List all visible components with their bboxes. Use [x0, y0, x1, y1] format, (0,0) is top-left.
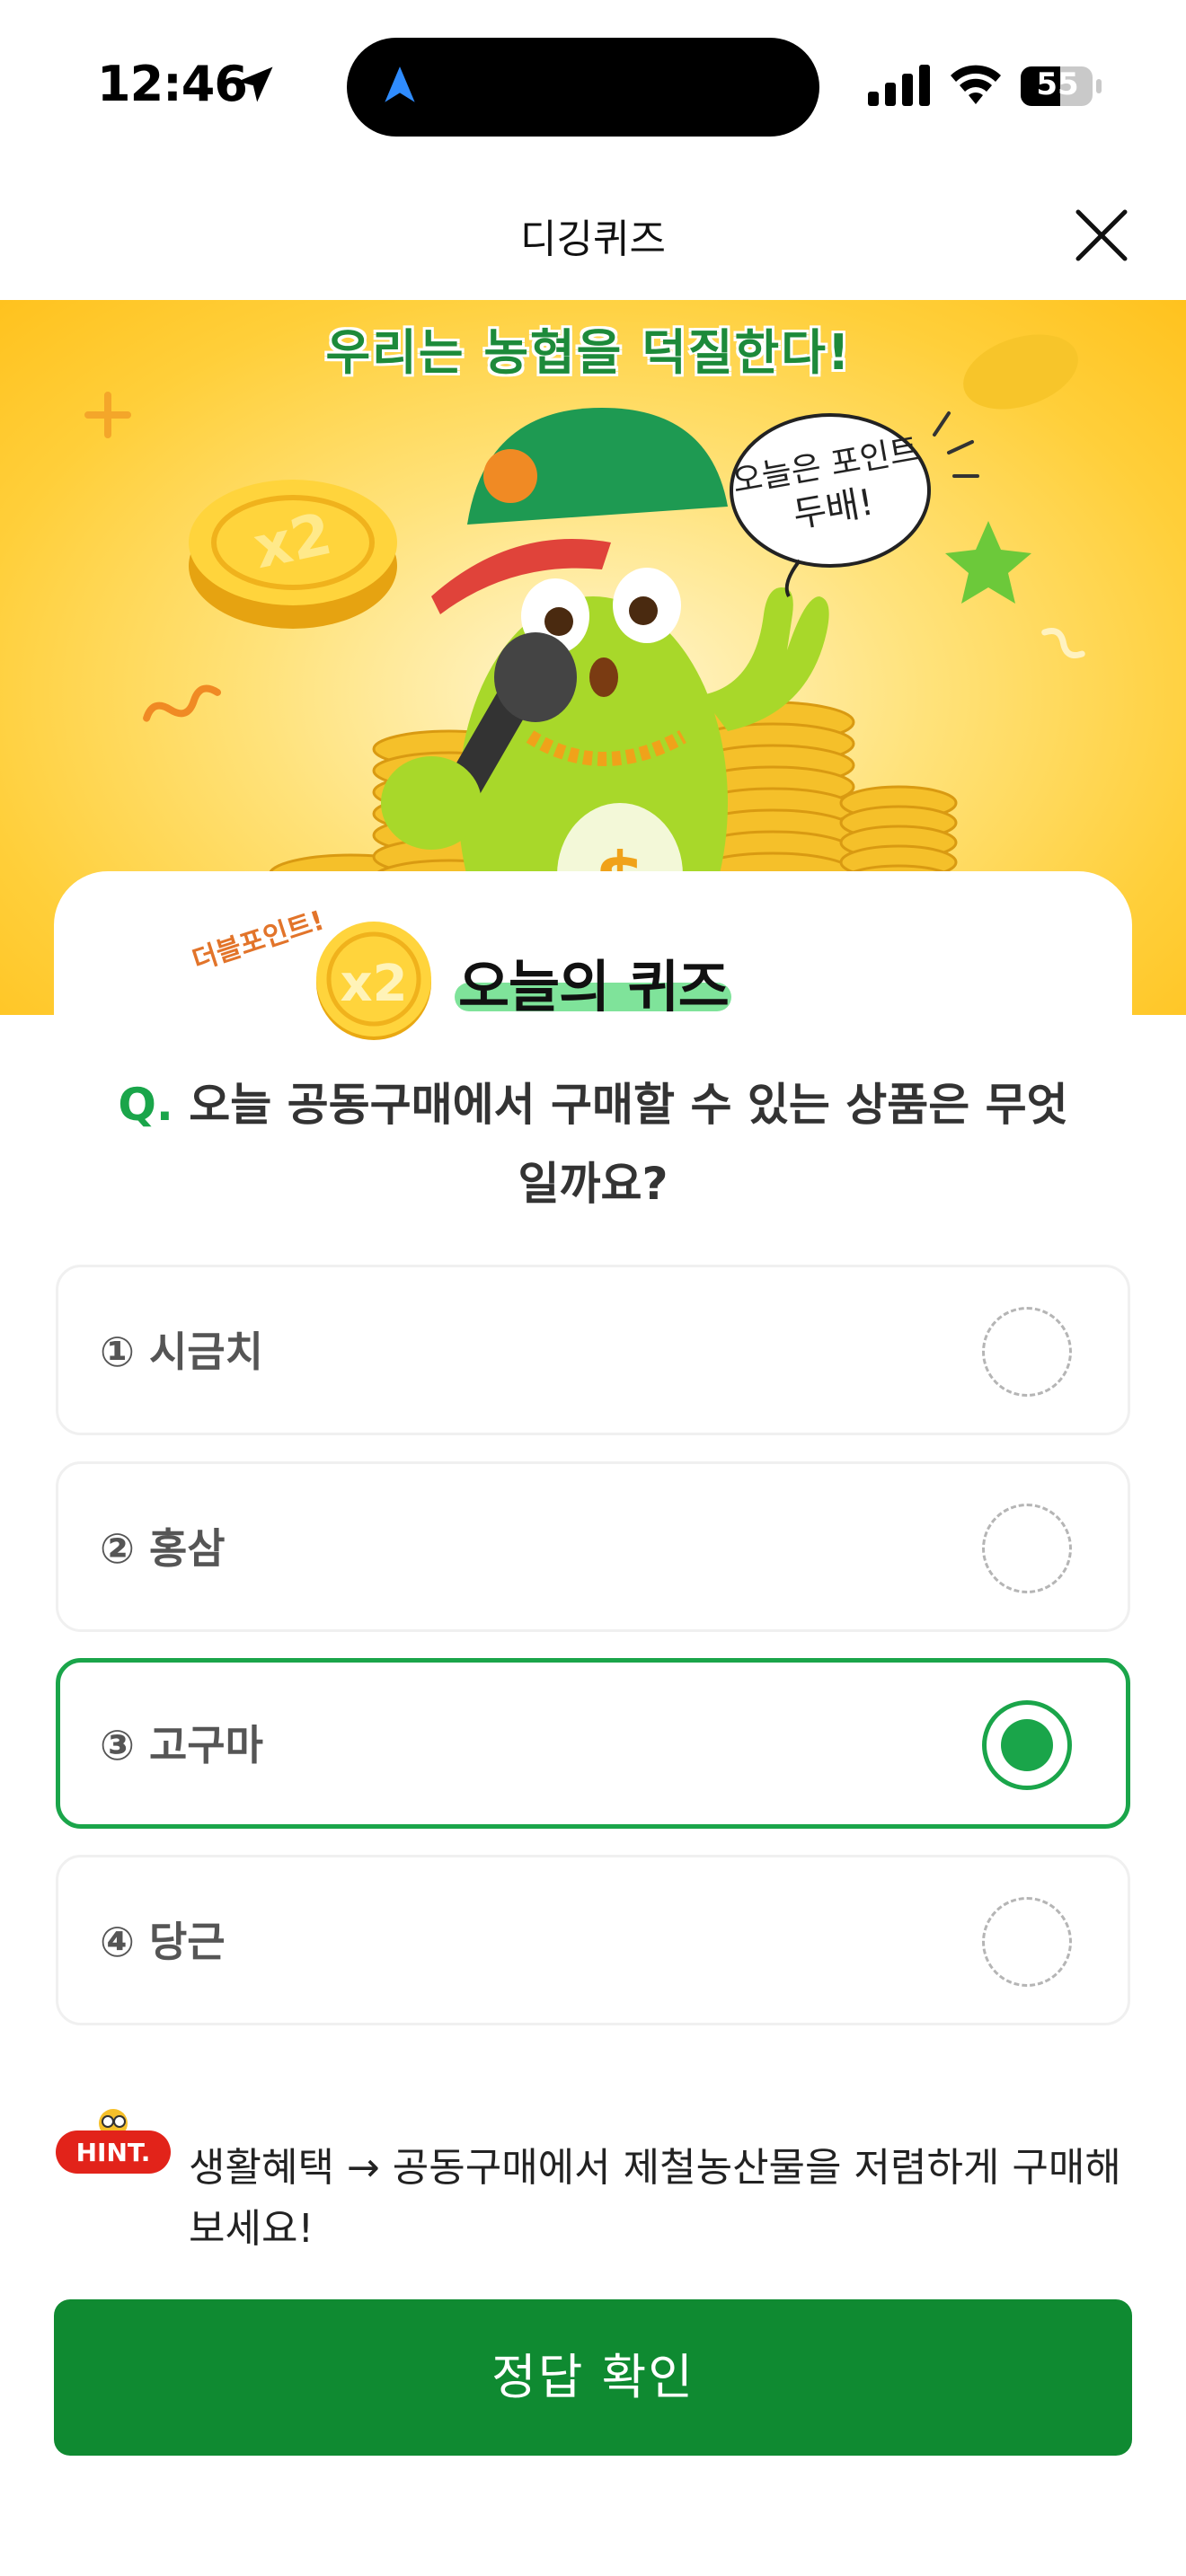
option-1[interactable]: ① 시금치 [56, 1265, 1130, 1435]
confirm-answer-button[interactable]: 정답 확인 [54, 2299, 1132, 2456]
close-icon[interactable] [1066, 199, 1137, 271]
question-prefix: Q. [118, 1079, 173, 1131]
navigation-icon [385, 66, 415, 102]
radio-button[interactable] [982, 1897, 1072, 1987]
page-title: 디깅퀴즈 [520, 216, 666, 262]
option-label: ③ 고구마 [100, 1721, 263, 1769]
option-label: ① 시금치 [100, 1328, 263, 1376]
title-bar: 디깅퀴즈 [0, 180, 1186, 296]
coin-x2-badge-icon: x2 [316, 922, 431, 1040]
location-arrow-icon [237, 66, 273, 102]
option-4[interactable]: ④ 당근 [56, 1855, 1130, 2025]
coin-x2-text: x2 [340, 955, 407, 1013]
banner-headline: 우리는 농협을 덕질한다! [325, 324, 852, 381]
wifi-icon [951, 65, 1001, 104]
hint-badge-icon: HINT. [56, 2109, 171, 2174]
battery-level: 55 [1036, 66, 1079, 102]
quiz-title: 오늘의 퀴즈 [458, 954, 730, 1019]
option-2[interactable]: ② 홍삼 [56, 1461, 1130, 1632]
status-time: 12:46 [97, 56, 248, 112]
radio-button[interactable] [982, 1504, 1072, 1593]
banner-headline-wrap: 우리는 농협을 덕질한다! [323, 313, 854, 388]
question-text: Q. 오늘 공동구매에서 구매할 수 있는 상품은 무엇일까요? [99, 1065, 1087, 1223]
coin-x2-icon: x2 [189, 480, 397, 629]
option-3[interactable]: ③ 고구마 [56, 1658, 1130, 1829]
radio-button[interactable] [982, 1307, 1072, 1397]
hint-text: 생활혜택 → 공동구매에서 제철농산물을 저렴하게 구매해 보세요! [189, 2145, 1121, 2252]
quiz-page: 12:46 55 디깅퀴즈 x2 오늘은 포인트 두배! 우리는 농협을 덕질한… [0, 0, 1186, 2576]
cellular-signal-icon [868, 65, 930, 106]
status-bar: 12:46 55 [0, 0, 1186, 162]
radio-button-selected[interactable] [982, 1700, 1072, 1790]
question-body: 오늘 공동구매에서 구매할 수 있는 상품은 무엇일까요? [189, 1079, 1068, 1210]
option-label: ② 홍삼 [100, 1524, 226, 1573]
hint-badge-text: HINT. [76, 2138, 151, 2167]
option-label: ④ 당근 [100, 1918, 226, 1966]
